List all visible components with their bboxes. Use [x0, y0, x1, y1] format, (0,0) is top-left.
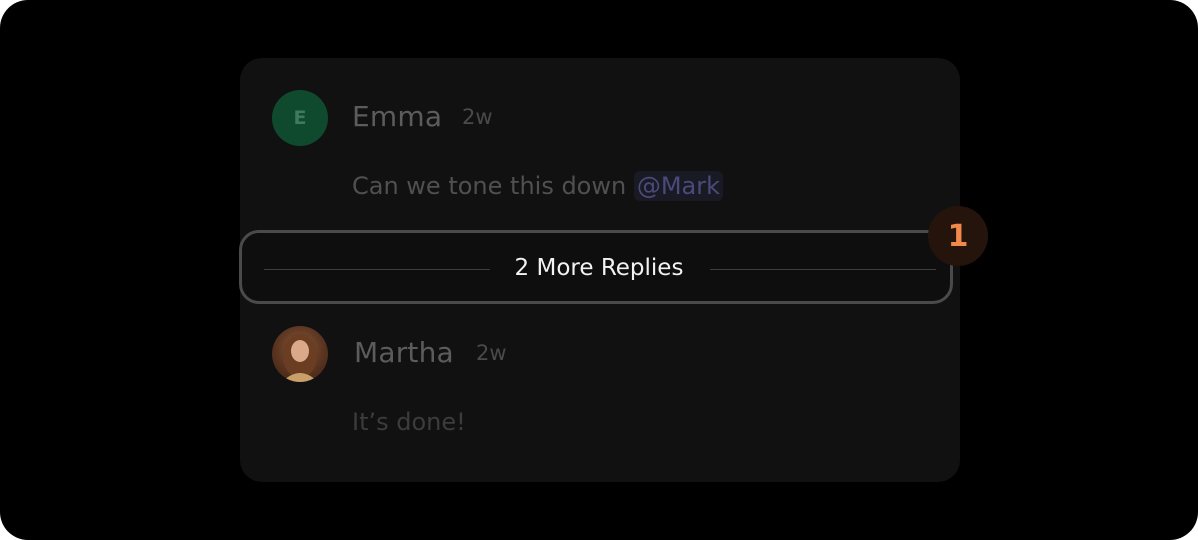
divider-right	[710, 269, 936, 270]
avatar-martha-photo	[272, 326, 328, 382]
annotation-badge: 1	[928, 206, 988, 266]
comment-message-martha: It’s done!	[352, 408, 466, 436]
person-photo-icon	[282, 334, 318, 382]
more-replies-button[interactable]: 2 More Replies	[239, 230, 953, 304]
comment-time-martha: 2w	[476, 341, 507, 365]
comment-text: Can we tone this down	[352, 172, 634, 200]
comment-message-emma: Can we tone this down @Mark	[352, 171, 724, 201]
avatar-emma: E	[272, 90, 328, 146]
comment-author-martha: Martha	[354, 336, 454, 369]
annotation-number: 1	[947, 218, 969, 254]
more-replies-label: 2 More Replies	[514, 255, 684, 281]
screen-frame: E Emma 2w Can we tone this down @Mark Ma…	[0, 0, 1198, 540]
avatar-initial: E	[293, 107, 307, 129]
mention-link[interactable]: @Mark	[633, 171, 724, 201]
comment-author-emma: Emma	[352, 100, 443, 133]
comment-time-emma: 2w	[462, 105, 493, 129]
